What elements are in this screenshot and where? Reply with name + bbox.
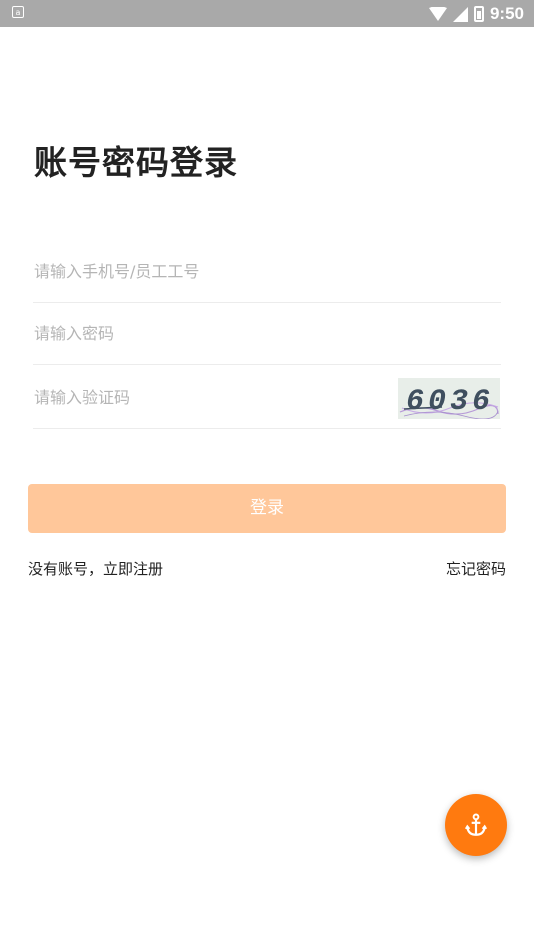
status-bar: a 9:50 <box>0 0 534 27</box>
account-field <box>33 240 501 303</box>
page-title: 账号密码登录 <box>34 143 238 182</box>
status-time: 9:50 <box>489 4 524 23</box>
login-screen: a 9:50 账号密码登录 6036 <box>0 0 534 950</box>
notification-icon: a <box>12 6 24 18</box>
captcha-field: 6036 <box>33 366 501 429</box>
account-input[interactable] <box>33 240 501 302</box>
signal-icon <box>452 6 468 22</box>
notification-icon-letter: a <box>15 8 21 17</box>
captcha-input[interactable] <box>33 366 393 428</box>
captcha-image[interactable]: 6036 <box>398 378 500 419</box>
password-field <box>33 302 501 365</box>
login-button[interactable]: 登录 <box>28 484 506 533</box>
wifi-icon <box>428 7 447 21</box>
anchor-icon <box>464 813 488 836</box>
forgot-password-link[interactable]: 忘记密码 <box>446 558 506 579</box>
battery-icon <box>473 6 484 22</box>
captcha-text: 6036 <box>406 385 494 419</box>
status-icons: 9:50 <box>428 3 524 25</box>
password-input[interactable] <box>33 302 501 364</box>
floating-action-button[interactable] <box>445 794 507 856</box>
register-link[interactable]: 没有账号，立即注册 <box>28 558 163 579</box>
